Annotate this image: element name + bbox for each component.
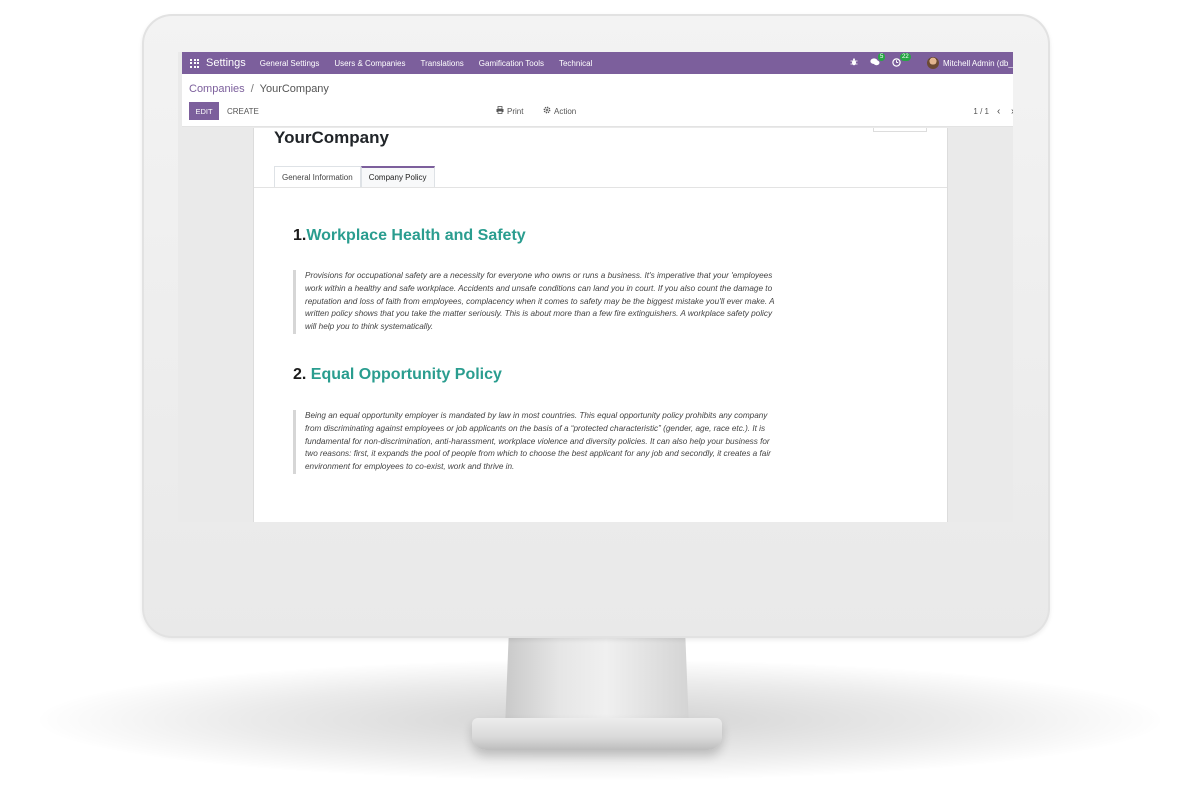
policy-heading-1: 1.Workplace Health and Safety	[293, 227, 526, 245]
policy-text-1: Provisions for occupational safety are a…	[293, 270, 783, 334]
messages-badge: 5	[878, 53, 886, 61]
policy-text-2: Being an equal opportunity employer is m…	[293, 410, 783, 474]
systray: 5 22 Mitchell Admin (db_	[838, 52, 1013, 69]
main-menu: General Settings Users & Companies Trans…	[260, 59, 608, 68]
menu-general-settings[interactable]: General Settings	[260, 59, 320, 68]
breadcrumb-current: YourCompany	[259, 83, 329, 95]
action-label: Action	[554, 106, 577, 116]
create-button[interactable]: CREATE	[227, 102, 259, 120]
policy-number-1: 1.	[293, 227, 307, 244]
gear-icon	[543, 106, 551, 116]
bug-icon[interactable]	[850, 58, 858, 68]
print-dropdown[interactable]: Print	[496, 102, 523, 120]
action-dropdown[interactable]: Action	[543, 102, 576, 120]
monitor-stand-neck	[505, 636, 689, 728]
app-title[interactable]: Settings	[206, 57, 246, 69]
pager-value[interactable]: 1 / 1	[973, 102, 989, 120]
form-tabs: General Information Company Policy	[274, 166, 435, 187]
menu-technical[interactable]: Technical	[559, 59, 592, 68]
print-icon	[496, 106, 504, 116]
menu-gamification-tools[interactable]: Gamification Tools	[479, 59, 544, 68]
user-menu[interactable]: Mitchell Admin (db_	[943, 59, 1013, 68]
policy-title-2: Equal Opportunity Policy	[310, 366, 502, 383]
menu-users-companies[interactable]: Users & Companies	[334, 59, 405, 68]
breadcrumb: Companies / YourCompany	[189, 83, 329, 95]
tab-divider	[254, 187, 947, 188]
tab-general-information[interactable]: General Information	[274, 166, 361, 187]
print-label: Print	[507, 106, 524, 116]
stat-button[interactable]	[873, 128, 927, 132]
app-grid-icon[interactable]	[190, 58, 199, 68]
top-navbar: Settings General Settings Users & Compan…	[182, 52, 1013, 74]
company-name: YourCompany	[274, 128, 389, 147]
user-avatar[interactable]	[927, 57, 939, 69]
chevron-left-icon[interactable]: ‹	[997, 102, 1000, 120]
menu-translations[interactable]: Translations	[420, 59, 463, 68]
control-panel: Companies / YourCompany EDIT CREATE Prin…	[182, 74, 1013, 127]
messages-icon[interactable]: 5	[870, 53, 886, 68]
breadcrumb-separator: /	[250, 83, 254, 95]
tab-company-policy[interactable]: Company Policy	[360, 166, 435, 187]
monitor-stand-base	[472, 718, 722, 750]
form-sheet: YourCompany General Information Company …	[253, 128, 948, 522]
activity-clock-icon[interactable]: 22	[892, 52, 911, 69]
chevron-right-icon[interactable]: ›	[1011, 102, 1013, 120]
activities-badge: 22	[900, 52, 911, 61]
edit-button[interactable]: EDIT	[189, 102, 219, 120]
screen: Settings General Settings Users & Compan…	[178, 52, 1013, 522]
breadcrumb-companies[interactable]: Companies	[189, 83, 245, 95]
policy-heading-2: 2. Equal Opportunity Policy	[293, 366, 502, 384]
policy-title-1: Workplace Health and Safety	[306, 227, 526, 244]
policy-number-2: 2.	[293, 366, 307, 383]
